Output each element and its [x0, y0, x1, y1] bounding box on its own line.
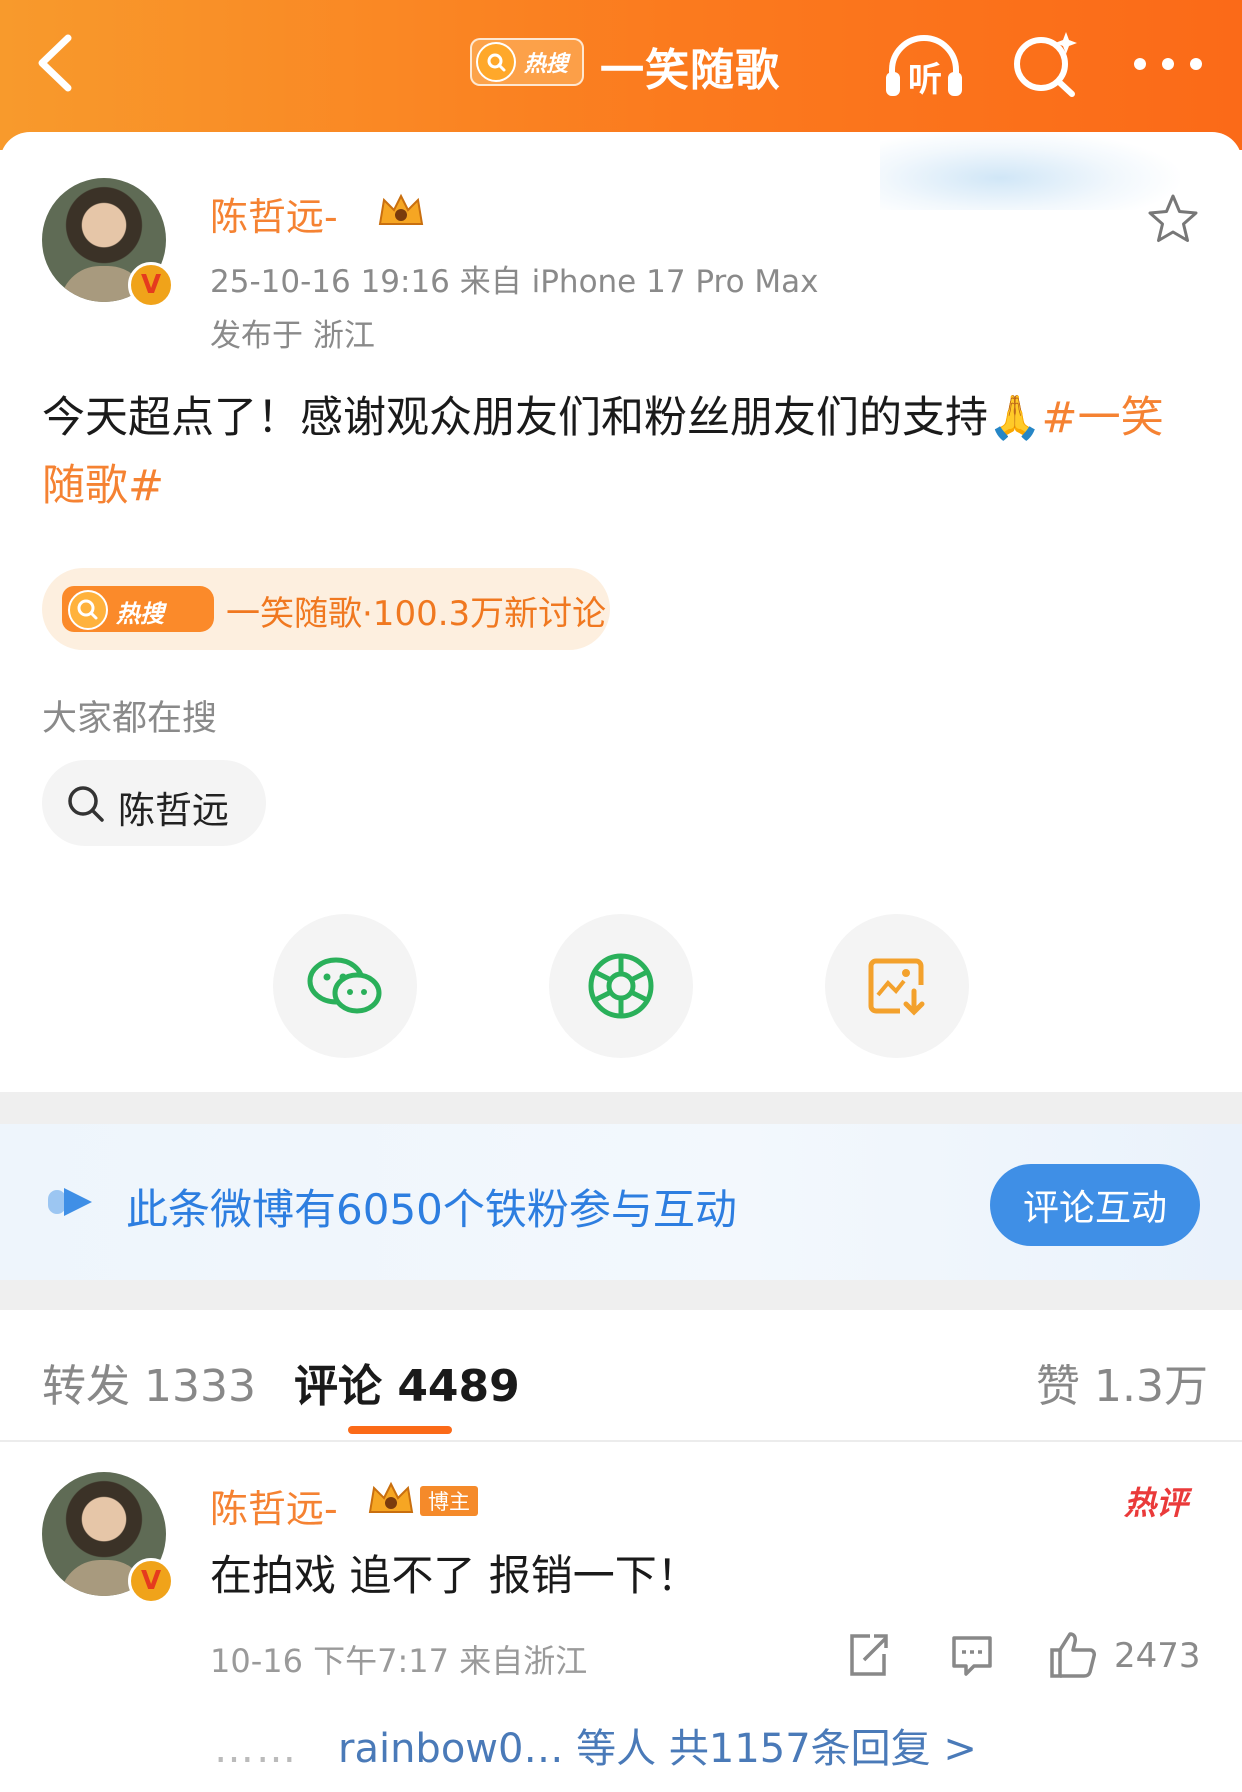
search-icon: [476, 42, 516, 82]
fans-arrow-icon: [48, 1188, 92, 1216]
listen-label: 听: [908, 60, 942, 100]
reply-summary-link[interactable]: …… rainbow0… 等人 共1157条回复 >: [214, 1716, 977, 1774]
more-icon[interactable]: [1128, 40, 1208, 90]
hot-comment-label: 热评: [1124, 1484, 1189, 1522]
fans-banner-text: 此条微博有6050个铁粉参与互动: [126, 1185, 737, 1234]
hot-search-badge[interactable]: 热搜: [470, 38, 584, 86]
comment-author-name[interactable]: 陈哲远-: [210, 1478, 338, 1533]
hot-search-pill[interactable]: 热搜 一笑随歌·100.3万新讨论: [42, 568, 610, 650]
tab-active-indicator: [348, 1426, 452, 1434]
hot-search-logo-label: 热搜: [116, 600, 164, 628]
hot-search-pill-text: 一笑随歌·100.3万新讨论: [226, 594, 607, 634]
reply-summary-text: rainbow0… 等人 共1157条回复 >: [338, 1726, 977, 1772]
search-icon[interactable]: [1010, 28, 1080, 100]
search-icon: [68, 590, 108, 630]
back-arrow-icon[interactable]: [30, 28, 90, 98]
save-image-button[interactable]: [825, 914, 969, 1058]
fans-interaction-banner: 此条微博有6050个铁粉参与互动 评论互动: [0, 1124, 1242, 1280]
moments-icon: [588, 953, 654, 1019]
search-chip[interactable]: 陈哲远: [42, 760, 266, 846]
search-chip-label: 陈哲远: [118, 789, 229, 832]
page-title: 一笑随歌: [600, 45, 780, 96]
cloud-decoration: [880, 130, 1180, 210]
hot-search-logo: 热搜: [62, 586, 214, 632]
verified-badge-icon: V: [128, 262, 174, 308]
everyone-searching-label: 大家都在搜: [42, 699, 218, 739]
favorite-star-icon[interactable]: [1146, 192, 1200, 246]
moments-share-button[interactable]: [549, 914, 693, 1058]
listen-button[interactable]: 听: [882, 30, 966, 102]
tab-comment[interactable]: 评论 4489: [294, 1350, 520, 1414]
reply-dots: ……: [214, 1726, 298, 1772]
comment-meta: 10-16 下午7:17 来自浙江: [210, 1642, 588, 1680]
share-icon[interactable]: [846, 1628, 890, 1680]
crown-icon: [378, 193, 424, 225]
divider: [0, 1440, 1242, 1442]
divider: [0, 1280, 1242, 1310]
author-badge: 博主: [420, 1486, 478, 1516]
tab-like[interactable]: 赞 1.3万: [1036, 1350, 1208, 1414]
comment-interact-button[interactable]: 评论互动: [990, 1164, 1200, 1246]
verified-badge-icon: V: [128, 1558, 174, 1604]
post-time-source: 25-10-16 19:16 来自 iPhone 17 Pro Max: [210, 264, 819, 300]
divider: [0, 1092, 1242, 1124]
tab-bar: 转发 1333 评论 4489 赞 1.3万: [0, 1310, 1242, 1440]
search-icon: [68, 786, 104, 822]
crown-icon: [368, 1481, 414, 1513]
tab-repost[interactable]: 转发 1333: [42, 1350, 256, 1414]
reply-icon[interactable]: [950, 1628, 994, 1680]
post-body: 今天超点了！感谢观众朋友们和粉丝朋友们的支持: [42, 393, 988, 443]
post-author-name[interactable]: 陈哲远-: [210, 186, 338, 241]
save-image-icon: [868, 958, 925, 1016]
hot-search-label: 热搜: [524, 52, 569, 77]
comment-text: 在拍戏 追不了 报销一下！: [210, 1551, 699, 1600]
pray-emoji: 🙏: [988, 393, 1042, 443]
post-location: 发布于 浙江: [210, 318, 375, 354]
comment-like-count: 2473: [1114, 1636, 1201, 1676]
wechat-share-button[interactable]: [273, 914, 417, 1058]
post-text: 今天超点了！感谢观众朋友们和粉丝朋友们的支持🙏#一笑随歌#: [42, 384, 1202, 520]
like-icon[interactable]: [1048, 1628, 1098, 1680]
wechat-icon: [307, 957, 382, 1014]
